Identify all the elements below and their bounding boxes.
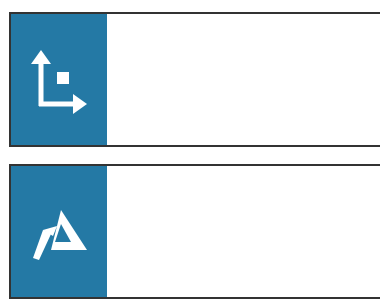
axes-point-icon <box>27 44 91 116</box>
layer-card-coordinates[interactable] <box>9 12 380 147</box>
card-content <box>107 166 380 297</box>
terrain-icon-panel <box>11 166 107 297</box>
mountain-terrain-icon <box>27 200 91 264</box>
coordinates-icon-panel <box>11 14 107 145</box>
layer-card-terrain[interactable] <box>9 164 380 299</box>
card-content <box>107 14 380 145</box>
